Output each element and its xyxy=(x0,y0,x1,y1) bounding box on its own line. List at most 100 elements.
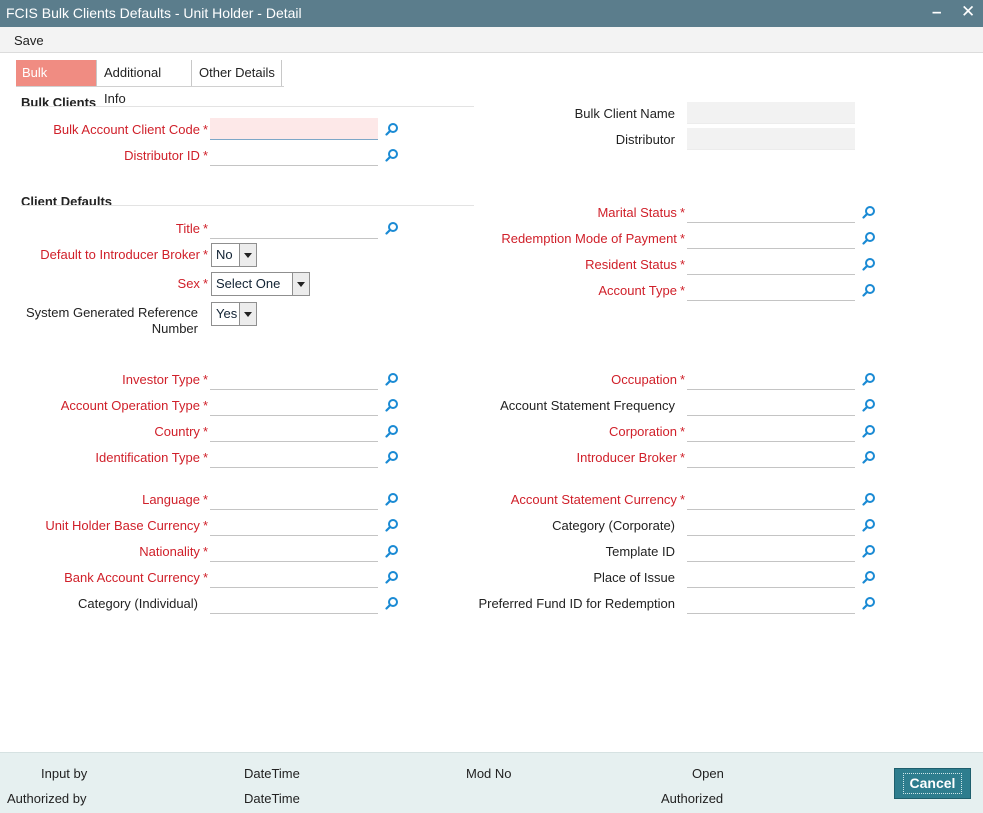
category-individual-label: Category (Individual) xyxy=(78,596,198,611)
search-icon[interactable] xyxy=(862,450,876,464)
search-icon[interactable] xyxy=(862,283,876,297)
resident-status-field[interactable] xyxy=(687,253,855,275)
open-status-label: Open xyxy=(692,766,724,781)
label-text: Introducer Broker xyxy=(576,450,677,465)
label-text: Bulk Account Client Code xyxy=(53,122,200,137)
search-icon[interactable] xyxy=(385,596,399,610)
search-icon[interactable] xyxy=(385,518,399,532)
required-marker: * xyxy=(202,122,208,137)
label-text: Occupation xyxy=(611,372,677,387)
search-icon[interactable] xyxy=(862,544,876,558)
chevron-down-icon xyxy=(239,244,256,266)
category-individual-field[interactable] xyxy=(210,592,378,614)
search-icon[interactable] xyxy=(862,205,876,219)
cancel-button[interactable]: Cancel xyxy=(894,768,971,799)
account-statement-currency-label: Account Statement Currency * xyxy=(511,492,685,508)
menu-bar: Save xyxy=(0,27,983,53)
unit-holder-base-currency-label: Unit Holder Base Currency * xyxy=(45,518,208,534)
redemption-mode-of-payment-field[interactable] xyxy=(687,227,855,249)
bank-account-currency-field[interactable] xyxy=(210,566,378,588)
search-icon[interactable] xyxy=(385,372,399,386)
authorized-status-label: Authorized xyxy=(661,791,724,806)
search-icon[interactable] xyxy=(862,257,876,271)
occupation-field[interactable] xyxy=(687,368,855,390)
preferred-fund-id-field[interactable] xyxy=(687,592,855,614)
tab-additional-info[interactable]: Additional Info xyxy=(98,60,192,106)
title-label: Title * xyxy=(176,221,208,237)
tab-divider xyxy=(16,86,284,87)
language-field[interactable] xyxy=(210,488,378,510)
search-icon[interactable] xyxy=(862,518,876,532)
mod-no-label: Mod No xyxy=(466,766,512,781)
audit-footer xyxy=(0,752,983,813)
account-statement-currency-field[interactable] xyxy=(687,488,855,510)
category-corporate-label: Category (Corporate) xyxy=(552,518,675,533)
sex-label: Sex * xyxy=(178,276,208,292)
marital-status-field[interactable] xyxy=(687,201,855,223)
minimize-icon[interactable]: – xyxy=(932,3,941,21)
tab-other-details[interactable]: Other Details xyxy=(193,60,282,86)
search-icon[interactable] xyxy=(385,450,399,464)
search-icon[interactable] xyxy=(385,570,399,584)
required-marker: * xyxy=(202,221,208,236)
search-icon[interactable] xyxy=(862,424,876,438)
required-marker: * xyxy=(679,283,685,298)
title-field[interactable] xyxy=(210,217,378,239)
distributor-field xyxy=(687,128,855,150)
place-of-issue-label: Place of Issue xyxy=(593,570,675,585)
introducer-broker-field[interactable] xyxy=(687,446,855,468)
template-id-field[interactable] xyxy=(687,540,855,562)
language-label: Language * xyxy=(142,492,208,508)
search-icon[interactable] xyxy=(862,398,876,412)
label-text: Bank Account Currency xyxy=(64,570,200,585)
investor-type-field[interactable] xyxy=(210,368,378,390)
preferred-fund-id-label: Preferred Fund ID for Redemption xyxy=(478,596,675,611)
search-icon[interactable] xyxy=(862,492,876,506)
search-icon[interactable] xyxy=(385,122,399,136)
identification-type-field[interactable] xyxy=(210,446,378,468)
account-type-field[interactable] xyxy=(687,279,855,301)
default-to-introducer-broker-select[interactable]: No xyxy=(211,243,257,267)
label-text: Marital Status xyxy=(597,205,677,220)
nationality-field[interactable] xyxy=(210,540,378,562)
search-icon[interactable] xyxy=(385,424,399,438)
place-of-issue-field[interactable] xyxy=(687,566,855,588)
search-icon[interactable] xyxy=(385,148,399,162)
search-icon[interactable] xyxy=(862,596,876,610)
search-icon[interactable] xyxy=(862,372,876,386)
required-marker: * xyxy=(679,372,685,387)
label-text: Unit Holder Base Currency xyxy=(45,518,200,533)
close-icon[interactable]: ✕ xyxy=(961,3,975,21)
required-marker: * xyxy=(202,372,208,387)
required-marker: * xyxy=(202,570,208,585)
required-marker: * xyxy=(202,544,208,559)
system-generated-reference-number-select[interactable]: Yes xyxy=(211,302,257,326)
redemption-mode-of-payment-label: Redemption Mode of Payment * xyxy=(501,231,685,247)
account-type-label: Account Type * xyxy=(598,283,685,299)
label-text: Redemption Mode of Payment xyxy=(501,231,677,246)
account-operation-type-field[interactable] xyxy=(210,394,378,416)
chevron-down-icon xyxy=(292,273,309,295)
corporation-label: Corporation * xyxy=(609,424,685,440)
country-field[interactable] xyxy=(210,420,378,442)
account-statement-frequency-field[interactable] xyxy=(687,394,855,416)
category-corporate-field[interactable] xyxy=(687,514,855,536)
distributor-id-field[interactable] xyxy=(210,144,378,166)
unit-holder-base-currency-field[interactable] xyxy=(210,514,378,536)
search-icon[interactable] xyxy=(385,544,399,558)
search-icon[interactable] xyxy=(385,398,399,412)
search-icon[interactable] xyxy=(862,231,876,245)
corporation-field[interactable] xyxy=(687,420,855,442)
search-icon[interactable] xyxy=(862,570,876,584)
sex-select[interactable]: Select One xyxy=(211,272,310,296)
tab-bulk-clients[interactable]: Bulk Clients xyxy=(16,60,97,106)
label-text: Investor Type xyxy=(122,372,200,387)
search-icon[interactable] xyxy=(385,492,399,506)
label-text: Identification Type xyxy=(95,450,200,465)
section-divider xyxy=(21,106,474,107)
bulk-account-client-code-field[interactable] xyxy=(210,118,378,140)
save-menu-item[interactable]: Save xyxy=(14,33,44,48)
label-text: Corporation xyxy=(609,424,677,439)
required-marker: * xyxy=(679,257,685,272)
search-icon[interactable] xyxy=(385,221,399,235)
